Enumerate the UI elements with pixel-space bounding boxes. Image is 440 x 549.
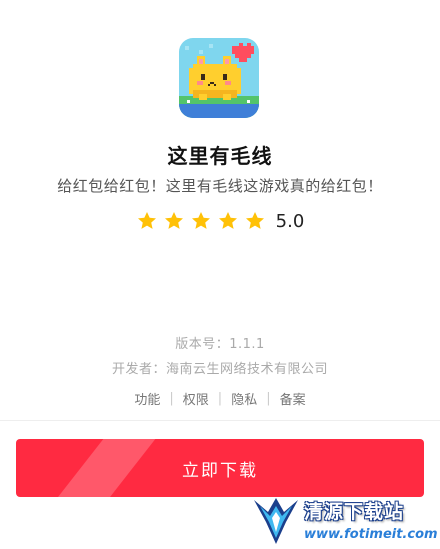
developer-text: 开发者：海南云生网络技术有限公司 xyxy=(111,362,328,377)
link-separator: | xyxy=(266,391,271,406)
watermark-url: www.fotimeit.com xyxy=(304,527,438,542)
link-features[interactable]: 功能 xyxy=(134,389,160,408)
link-permissions[interactable]: 权限 xyxy=(183,389,209,408)
watermark-title: 清源下载站 xyxy=(304,501,405,523)
star-icon xyxy=(218,212,237,229)
info-links: 功能 | 权限 | 隐私 | 备案 xyxy=(0,389,440,408)
download-button[interactable]: 立即下载 xyxy=(16,439,424,497)
link-separator: | xyxy=(169,391,174,406)
download-button-label: 立即下载 xyxy=(182,460,258,481)
star-icon xyxy=(245,212,264,229)
link-filing[interactable]: 备案 xyxy=(280,389,306,408)
app-description: 给红包给红包！这里有毛线这游戏真的给红包！ xyxy=(57,177,383,195)
watermark: 清源下载站 www.fotimeit.com xyxy=(250,494,438,546)
link-separator: | xyxy=(217,391,223,406)
star-icon xyxy=(191,212,210,229)
divider xyxy=(0,420,440,421)
star-icon xyxy=(137,212,156,229)
app-name: 这里有毛线 xyxy=(167,144,273,168)
app-icon xyxy=(179,38,259,118)
rating: 5.0 xyxy=(0,210,440,232)
button-highlight xyxy=(33,439,171,497)
version-text: 版本号：1.1.1 xyxy=(175,337,265,352)
star-icon xyxy=(164,212,183,229)
rating-value: 5.0 xyxy=(275,210,305,232)
watermark-logo-icon xyxy=(254,498,298,544)
link-privacy[interactable]: 隐私 xyxy=(231,389,257,408)
